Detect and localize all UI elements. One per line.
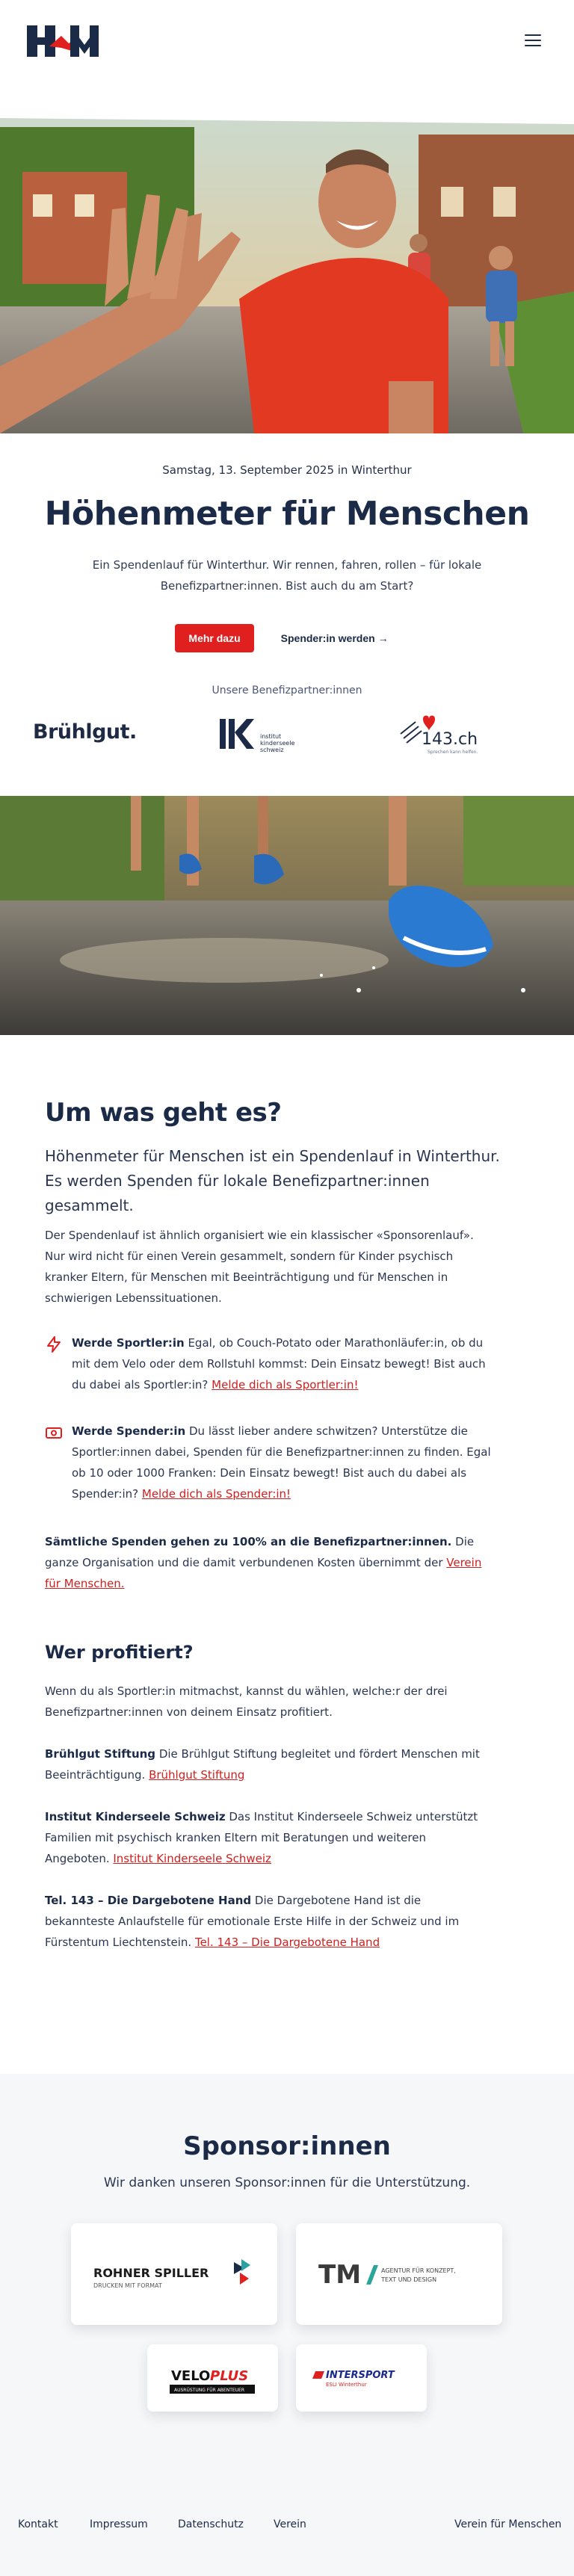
become-donor-link[interactable]: Spender:in werden → — [271, 624, 399, 652]
intersport-sub: ESLI Winterthur — [326, 2382, 367, 2388]
site-logo[interactable] — [27, 25, 99, 57]
hero-lead: Ein Spendenlauf für Winterthur. Wir renn… — [92, 558, 482, 593]
iks-line2: kinderseele — [260, 740, 294, 747]
feature-donor: Werde Spender:in Du lässt lieber andere … — [45, 1421, 501, 1504]
banknote-icon — [46, 1427, 62, 1439]
donation-note: Sämtliche Spenden gehen zu 100% an die B… — [45, 1531, 501, 1594]
partner-kinderseele: Institut Kinderseele Schweiz Das Institu… — [45, 1806, 493, 1869]
footer-link-datenschutz[interactable]: Datenschutz — [178, 2518, 244, 2530]
tel143-logo[interactable]: 143.ch Sprechen kann helfen. — [399, 711, 481, 756]
feature1-title: Werde Sportler:in — [72, 1336, 185, 1350]
sponsor-card-intersport[interactable]: INTERSPORT ESLI Winterthur — [296, 2344, 427, 2412]
profit-title: Wer profitiert? — [45, 1642, 194, 1663]
sponsor-card-tm[interactable]: TM AGENTUR FÜR KONZEPT, TEXT UND DESIGN — [296, 2223, 502, 2325]
signup-athlete-link[interactable]: Melde dich als Sportler:in! — [212, 1378, 358, 1392]
bruehlgut-logo[interactable]: Brühlgut. — [33, 720, 137, 744]
footer-org-link[interactable]: Verein für Menschen — [454, 2518, 561, 2530]
feature-athlete: Werde Sportler:in Egal, ob Couch-Potato … — [45, 1332, 501, 1395]
partner-name: Institut Kinderseele Schweiz — [45, 1810, 226, 1823]
hamburger-icon — [525, 34, 541, 36]
page-title: Höhenmeter für Menschen — [44, 495, 530, 533]
about-section: Um was geht es? Höhenmeter für Menschen … — [0, 1035, 574, 2074]
sponsors-title: Sponsor:innen — [183, 2131, 391, 2161]
rohner-tag: DRUCKEN MIT FORMAT — [93, 2282, 162, 2289]
veloplus-tag: AUSRÜSTUNG FÜR ABENTEUER — [174, 2388, 244, 2393]
lightning-icon — [47, 1336, 61, 1353]
partner-link-tel143[interactable]: Tel. 143 – Die Dargebotene Hand — [195, 1936, 380, 1949]
donation-note-strong: Sämtliche Spenden gehen zu 100% an die B… — [45, 1535, 452, 1548]
beneficiaries-label: Unsere Benefizpartner:innen — [212, 685, 362, 696]
about-title: Um was geht es? — [45, 1098, 282, 1128]
about-body: Der Spendenlauf ist ähnlich organisiert … — [45, 1229, 474, 1305]
feature2-title: Werde Spender:in — [72, 1424, 186, 1438]
more-info-button[interactable]: Mehr dazu — [175, 624, 254, 652]
intro-section: Samstag, 13. September 2025 in Winterthu… — [0, 433, 574, 796]
partner-name: Tel. 143 – Die Dargebotene Hand — [45, 1894, 252, 1907]
rohner-name: ROHNER SPILLER — [93, 2266, 209, 2280]
partner-bruehlgut: Brühlgut Stiftung Die Brühlgut Stiftung … — [45, 1743, 493, 1785]
event-date: Samstag, 13. September 2025 in Winterthu… — [162, 463, 412, 477]
partner-name: Brühlgut Stiftung — [45, 1747, 156, 1761]
kinderseele-logo[interactable]: institut kinderseele schweiz — [217, 710, 306, 755]
partner-tel143: Tel. 143 – Die Dargebotene Hand Die Darg… — [45, 1890, 493, 1953]
tel143-text: 143.ch — [422, 730, 478, 749]
sponsor-card-veloplus[interactable]: VELO PLUS AUSRÜSTUNG FÜR ABENTEUER — [147, 2344, 278, 2412]
cta-row: Mehr dazu Spender:in werden → — [0, 624, 574, 652]
beneficiary-logos: Brühlgut. institut kinderseele schweiz 1… — [0, 708, 574, 761]
site-footer: Kontakt Impressum Datenschutz Verein Ver… — [0, 2455, 574, 2576]
menu-toggle-button[interactable] — [525, 34, 541, 48]
footer-link-verein[interactable]: Verein — [274, 2518, 306, 2530]
intersport-name: INTERSPORT — [326, 2370, 395, 2381]
sponsor-card-rohner[interactable]: ROHNER SPILLER DRUCKEN MIT FORMAT — [71, 2223, 277, 2325]
running-shoes-photo — [0, 796, 574, 1035]
tm-line2: TEXT UND DESIGN — [380, 2276, 436, 2283]
sponsors-subtitle: Wir danken unseren Sponsor:innen für die… — [103, 2175, 471, 2190]
iks-line1: institut — [260, 733, 281, 740]
profit-intro: Wenn du als Sportler:in mitmachst, kanns… — [45, 1684, 448, 1719]
veloplus-b: PLUS — [210, 2368, 248, 2384]
partner-link-bruehlgut[interactable]: Brühlgut Stiftung — [149, 1768, 244, 1782]
about-lead: Höhenmeter für Menschen ist ein Spendenl… — [45, 1147, 500, 1214]
tm-mark: TM — [318, 2260, 361, 2290]
footer-link-kontakt[interactable]: Kontakt — [18, 2518, 58, 2530]
tel143-sub: Sprechen kann helfen. — [428, 750, 478, 755]
site-header — [0, 0, 574, 82]
partner-link-kinderseele[interactable]: Institut Kinderseele Schweiz — [113, 1852, 271, 1865]
sponsors-section: Sponsor:innen Wir danken unseren Sponsor… — [0, 2074, 574, 2455]
signup-donor-link[interactable]: Melde dich als Spender:in! — [142, 1487, 291, 1501]
tm-line1: AGENTUR FÜR KONZEPT, — [381, 2267, 456, 2274]
veloplus-a: VELO — [171, 2368, 210, 2384]
iks-line3: schweiz — [260, 747, 284, 753]
footer-link-impressum[interactable]: Impressum — [90, 2518, 148, 2530]
hero-photo — [0, 82, 574, 433]
